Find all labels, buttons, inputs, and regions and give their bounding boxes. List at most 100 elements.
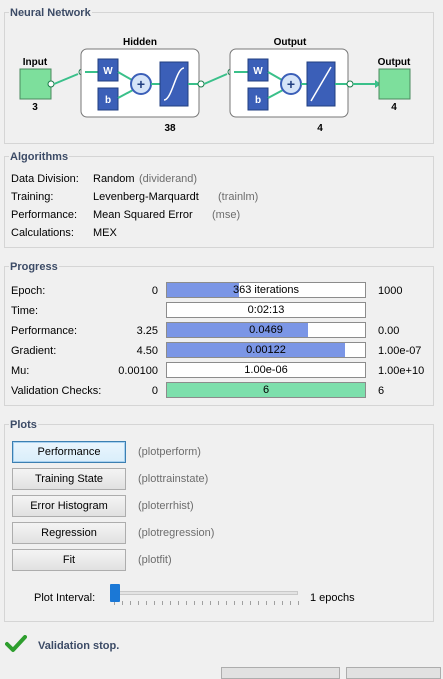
bottom-button-2[interactable] <box>346 667 441 679</box>
algorithm-value: Random <box>93 173 135 185</box>
progress-current: 363 iterations <box>232 284 300 296</box>
slider-tick <box>290 601 291 605</box>
output-size: 4 <box>391 102 397 113</box>
svg-text:b: b <box>105 95 111 106</box>
algorithm-value: Levenberg-Marquardt <box>93 191 199 203</box>
progress-start: 4.50 <box>136 345 158 357</box>
hidden-label: Hidden <box>123 37 157 48</box>
output-box <box>378 68 411 100</box>
progress-label: Mu: <box>11 365 30 377</box>
progress-bar: 363 iterations <box>166 282 366 298</box>
progress-end: 0.00 <box>378 325 400 337</box>
slider-tick <box>242 601 243 605</box>
progress-label: Epoch: <box>11 285 46 297</box>
progress-label: Validation Checks: <box>11 385 102 397</box>
slider-tick <box>186 601 187 605</box>
slider-tick <box>298 601 299 605</box>
algorithm-label: Training: <box>11 191 54 203</box>
panel-title: Algorithms <box>9 151 70 163</box>
panel-title: Progress <box>9 261 59 273</box>
progress-end: 1000 <box>378 285 403 297</box>
plot-interval-slider-thumb[interactable] <box>110 584 120 602</box>
plot-function: (plotregression) <box>138 527 215 539</box>
slider-tick <box>194 601 195 605</box>
output-layer-size: 4 <box>317 123 323 134</box>
hidden-size: 38 <box>164 123 176 134</box>
progress-label: Performance: <box>11 325 78 337</box>
slider-tick <box>266 601 267 605</box>
slider-tick <box>226 601 227 605</box>
progress-label: Time: <box>11 305 39 317</box>
plot-regression-button[interactable]: Regression <box>12 522 126 544</box>
algorithm-label: Data Division: <box>11 173 79 185</box>
slider-tick <box>202 601 203 605</box>
progress-end: 1.00e-07 <box>378 345 422 357</box>
bottom-button-1[interactable] <box>221 667 340 679</box>
slider-tick <box>122 601 123 605</box>
progress-current: 0.00122 <box>246 344 286 356</box>
slider-tick <box>274 601 275 605</box>
progress-start: 0 <box>151 385 158 397</box>
progress-start: 0.00100 <box>118 365 158 377</box>
slider-tick <box>146 601 147 605</box>
input-size: 3 <box>32 102 38 113</box>
plot-interval-label: Plot Interval: <box>34 592 96 604</box>
algorithm-function: (dividerand) <box>139 173 198 185</box>
slider-tick <box>130 601 131 605</box>
algorithm-value: MEX <box>93 227 117 239</box>
plot-function: (plottrainstate) <box>138 473 209 485</box>
output-layer-label: Output <box>274 37 307 48</box>
svg-text:+: + <box>137 76 145 92</box>
slider-tick <box>178 601 179 605</box>
plot-function: (ploterrhist) <box>138 500 194 512</box>
plot-performance-button[interactable]: Performance <box>12 441 126 463</box>
progress-current: 1.00e-06 <box>244 364 288 376</box>
input-label: Input <box>23 57 48 68</box>
plot-error-histogram-button[interactable]: Error Histogram <box>12 495 126 517</box>
slider-tick <box>218 601 219 605</box>
progress-bar: 6 <box>166 382 366 398</box>
slider-tick <box>282 601 283 605</box>
plot-function: (plotperform) <box>138 446 201 458</box>
slider-tick <box>210 601 211 605</box>
slider-tick <box>234 601 235 605</box>
plot-interval-value: 1 epochs <box>310 592 355 604</box>
network-diagram: Input 3 Hidden W b + 38 Output W b + 4 O… <box>19 37 411 134</box>
progress-start: 0 <box>151 285 158 297</box>
slider-tick <box>162 601 163 605</box>
svg-text:W: W <box>103 66 113 77</box>
svg-text:b: b <box>255 95 261 106</box>
algorithm-function: (mse) <box>212 209 241 221</box>
progress-start: 3.25 <box>136 325 158 337</box>
algorithm-value: Mean Squared Error <box>93 209 193 221</box>
checkmark-icon <box>5 635 27 652</box>
progress-label: Gradient: <box>11 345 57 357</box>
slider-tick <box>138 601 139 605</box>
status-message: Validation stop. <box>38 640 120 652</box>
slider-tick <box>258 601 259 605</box>
progress-bar: 0:02:13 <box>166 302 366 318</box>
output-label: Output <box>378 57 411 68</box>
plot-function: (plotfit) <box>138 554 172 566</box>
algorithm-function: (trainlm) <box>218 191 259 203</box>
svg-text:W: W <box>253 66 263 77</box>
algorithm-label: Calculations: <box>11 227 74 239</box>
progress-current: 0:02:13 <box>247 304 285 316</box>
progress-current: 6 <box>262 384 270 396</box>
progress-end: 1.00e+10 <box>378 365 425 377</box>
plot-fit-button[interactable]: Fit <box>12 549 126 571</box>
svg-text:+: + <box>287 76 295 92</box>
algorithm-label: Performance: <box>11 209 78 221</box>
progress-bar: 0.0469 <box>166 322 366 338</box>
slider-tick <box>170 601 171 605</box>
input-box <box>19 68 52 100</box>
progress-current: 0.0469 <box>249 324 283 336</box>
plot-training-state-button[interactable]: Training State <box>12 468 126 490</box>
slider-tick <box>154 601 155 605</box>
progress-bar: 0.00122 <box>166 342 366 358</box>
slider-tick <box>250 601 251 605</box>
panel-title: Plots <box>9 419 38 431</box>
progress-bar: 1.00e-06 <box>166 362 366 378</box>
progress-end: 6 <box>378 385 385 397</box>
plot-interval-slider-track[interactable] <box>110 591 298 595</box>
